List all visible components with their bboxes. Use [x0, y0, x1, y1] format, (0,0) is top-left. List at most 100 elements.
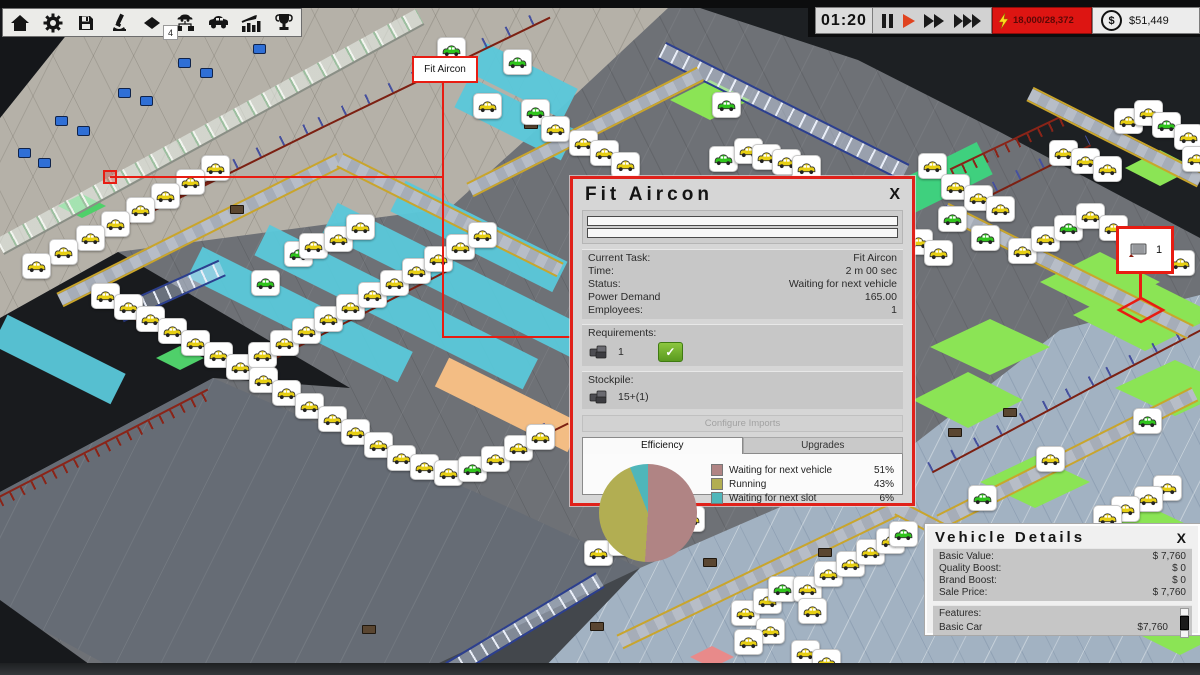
vehicle-tile[interactable]: [1182, 146, 1200, 172]
forklift-machine: [140, 96, 153, 106]
settings-button[interactable]: [38, 11, 68, 35]
forklift-machine: [38, 158, 51, 168]
vd-label: Brand Boost:: [939, 575, 997, 587]
vehicle-tile[interactable]: [473, 93, 502, 119]
progress-bar-2: [587, 228, 898, 238]
feature-name: Basic Car: [939, 622, 982, 633]
money-value: $51,449: [1129, 15, 1169, 27]
feature-row: Basic Car $7,760: [939, 622, 1186, 633]
vd-value: $ 7,760: [1153, 587, 1186, 599]
resource-callout-line: [1139, 271, 1142, 299]
game-viewport: Fit Aircon 1 4 01:20 18,000: [0, 0, 1200, 675]
vehicle-tile[interactable]: [971, 225, 1000, 251]
requirements-count: 1: [618, 346, 624, 358]
vehicle-tile[interactable]: [101, 211, 130, 237]
fit-aircon-dialog: Fit Aircon X Current Task:Fit Aircon Tim…: [570, 176, 915, 506]
worker-desk: [1003, 408, 1017, 417]
forklift-machine: [253, 44, 266, 54]
vehicle-tile[interactable]: [611, 152, 640, 178]
forklift-machine: [18, 148, 31, 158]
save-button[interactable]: [71, 11, 101, 35]
power-indicator[interactable]: 18,000/28,372: [992, 7, 1092, 34]
vehicle-tile[interactable]: [798, 598, 827, 624]
feature-price: $7,760: [1137, 622, 1168, 633]
vehicle-tile[interactable]: [176, 169, 205, 195]
configure-imports-button[interactable]: Configure Imports: [582, 415, 903, 432]
vehicle-details-panel: Vehicle Details X Basic Value: $ 7,760 Qu…: [925, 524, 1200, 635]
vehicle-tile[interactable]: [734, 629, 763, 655]
vehicle-tile[interactable]: [503, 49, 532, 75]
achievements-button[interactable]: [269, 11, 299, 35]
vehicle-details-close-button[interactable]: X: [1177, 530, 1186, 546]
stockpile-value: 15+(1): [618, 391, 649, 403]
forklift-machine: [77, 126, 90, 136]
vehicle-details-title: Vehicle Details: [935, 529, 1085, 546]
legend-row: Running 43%: [711, 478, 894, 490]
pause-button[interactable]: [882, 14, 893, 28]
vehicle-tile[interactable]: [1093, 156, 1122, 182]
vehicle-tile[interactable]: [346, 214, 375, 240]
vehicle-tile[interactable]: [526, 424, 555, 450]
vehicle-tile[interactable]: [889, 521, 918, 547]
vd-label: Basic Value:: [939, 551, 994, 563]
vehicle-tile[interactable]: [251, 270, 280, 296]
fast-forward-button[interactable]: [924, 14, 944, 28]
stockpile-panel: Stockpile: 15+(1): [582, 371, 903, 409]
statistics-button[interactable]: [236, 11, 266, 35]
progress-bar-1: [587, 216, 898, 226]
vehicle-tile[interactable]: [22, 253, 51, 279]
vehicle-tile[interactable]: [712, 92, 741, 118]
vehicle-tile[interactable]: [468, 222, 497, 248]
vehicle-tile[interactable]: [1133, 408, 1162, 434]
scroll-thumb[interactable]: [1180, 616, 1189, 630]
legend-value: 51%: [860, 465, 894, 476]
vehicle-tile[interactable]: [126, 197, 155, 223]
scroll-down-button[interactable]: [1180, 630, 1189, 638]
features-scrollbar[interactable]: [1180, 608, 1189, 638]
vehicle-tile[interactable]: [968, 485, 997, 511]
vehicle-tile[interactable]: [1036, 446, 1065, 472]
legend-value: 6%: [860, 493, 894, 504]
research-button[interactable]: [104, 11, 134, 35]
showroom-button[interactable]: [203, 11, 233, 35]
worker-desk: [948, 428, 962, 437]
resource-callout: 1: [1116, 226, 1174, 274]
vehicle-tile[interactable]: [986, 196, 1015, 222]
features-label: Features:: [939, 608, 1186, 619]
blue-fence: [445, 572, 604, 675]
stockpile-label: Stockpile:: [588, 374, 897, 386]
dollar-icon: $: [1101, 10, 1122, 31]
vd-value: $ 0: [1172, 575, 1186, 587]
bottom-dark-bar: [0, 663, 1200, 675]
legend-row: Waiting for next slot 6%: [711, 492, 894, 504]
aircon-part-icon: [1128, 241, 1150, 259]
cyan-zone: [0, 315, 126, 404]
vehicle-features-section: Features: Basic Car $7,760: [933, 605, 1192, 635]
worker-desk: [362, 625, 376, 634]
tab-efficiency[interactable]: Efficiency: [582, 437, 743, 454]
home-button[interactable]: [5, 11, 35, 35]
dialog-close-button[interactable]: X: [889, 186, 900, 204]
stat-label: Power Demand: [588, 291, 660, 304]
tab-upgrades[interactable]: Upgrades: [743, 437, 904, 454]
forklift-machine: [55, 116, 68, 126]
legend-swatch: [711, 492, 723, 504]
vehicle-tile[interactable]: [924, 240, 953, 266]
fastest-forward-button[interactable]: [954, 14, 982, 28]
vehicle-tile[interactable]: [151, 183, 180, 209]
vd-label: Quality Boost:: [939, 563, 1001, 575]
vehicle-tile[interactable]: [938, 206, 967, 232]
scroll-up-button[interactable]: [1180, 608, 1189, 616]
vehicle-tile[interactable]: [49, 239, 78, 265]
efficiency-tab-content: Waiting for next vehicle 51% Running 43%…: [582, 454, 903, 495]
legend-row: Waiting for next vehicle 51%: [711, 464, 894, 476]
money-indicator[interactable]: $ $51,449: [1092, 7, 1200, 34]
selection-line-v1: [442, 79, 444, 338]
lightning-icon: [998, 13, 1009, 29]
vehicle-tile[interactable]: [541, 116, 570, 142]
play-button[interactable]: [903, 14, 915, 28]
vehicle-tile[interactable]: [76, 225, 105, 251]
vd-value: $ 7,760: [1153, 551, 1186, 563]
worker-desk: [703, 558, 717, 567]
stat-label: Status:: [588, 278, 621, 291]
